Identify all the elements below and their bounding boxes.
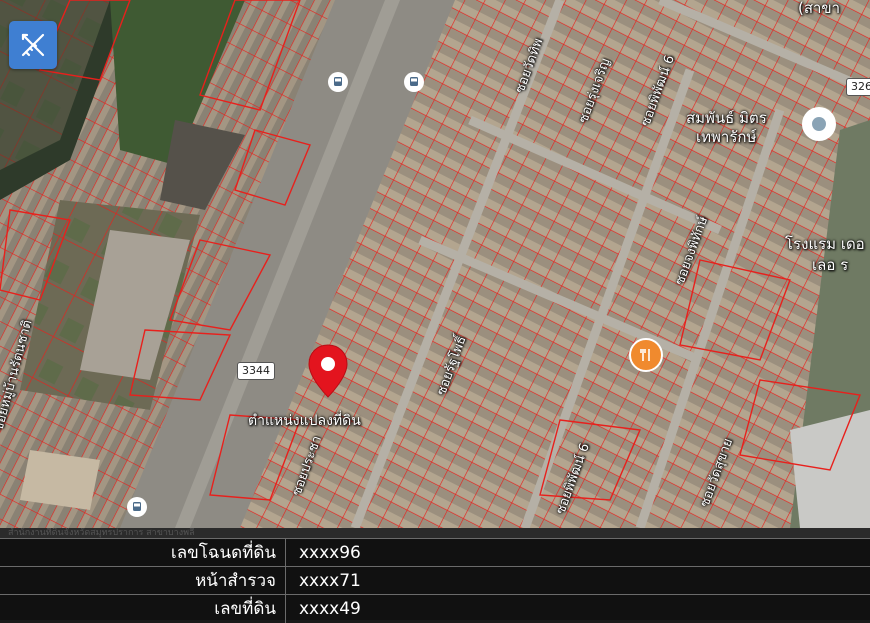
place-icon[interactable] [802, 107, 836, 141]
measure-tool-button[interactable] [9, 21, 57, 69]
poi-label-clinic-2: เทพารักษ์ [696, 128, 757, 146]
info-row-land-no: เลขที่ดิน xxxx49 [0, 594, 870, 623]
bus-stop-icon[interactable] [127, 497, 147, 517]
info-row-deed: เลขโฉนดที่ดิน xxxx96 [0, 538, 870, 567]
parcel-info-panel: สำนักงานที่ดินจังหวัดสมุทรปราการ สาขาบาง… [0, 528, 870, 623]
map-marker-icon[interactable] [306, 343, 350, 399]
info-strip: สำนักงานที่ดินจังหวัดสมุทรปราการ สาขาบาง… [0, 528, 870, 538]
divider [285, 567, 286, 595]
info-key-survey: หน้าสำรวจ [195, 571, 276, 591]
road-shield-3344: 3344 [237, 362, 275, 380]
divider [285, 595, 286, 623]
ruler-pencil-icon [21, 33, 45, 57]
satellite-base [0, 0, 870, 528]
poi-label-top: (สาขา [798, 0, 841, 17]
info-value-survey: xxxx71 [299, 571, 361, 591]
info-value-deed: xxxx96 [299, 543, 361, 563]
map-view[interactable]: 3344 326 (สาขา สมพันธ์ มิตร เทพารักษ์ โร… [0, 0, 870, 528]
restaurant-icon[interactable] [629, 338, 663, 372]
poi-label-school-2: เลอ ร [812, 256, 849, 274]
bus-stop-icon[interactable] [328, 72, 348, 92]
divider [285, 539, 286, 567]
bus-stop-icon[interactable] [404, 72, 424, 92]
info-key-land-no: เลขที่ดิน [214, 599, 276, 619]
info-key-deed: เลขโฉนดที่ดิน [170, 543, 276, 563]
marker-caption: ตำแหน่งแปลงที่ดิน [248, 413, 361, 429]
info-row-survey: หน้าสำรวจ xxxx71 [0, 566, 870, 595]
info-value-land-no: xxxx49 [299, 599, 361, 619]
road-shield-326: 326 [846, 78, 870, 96]
